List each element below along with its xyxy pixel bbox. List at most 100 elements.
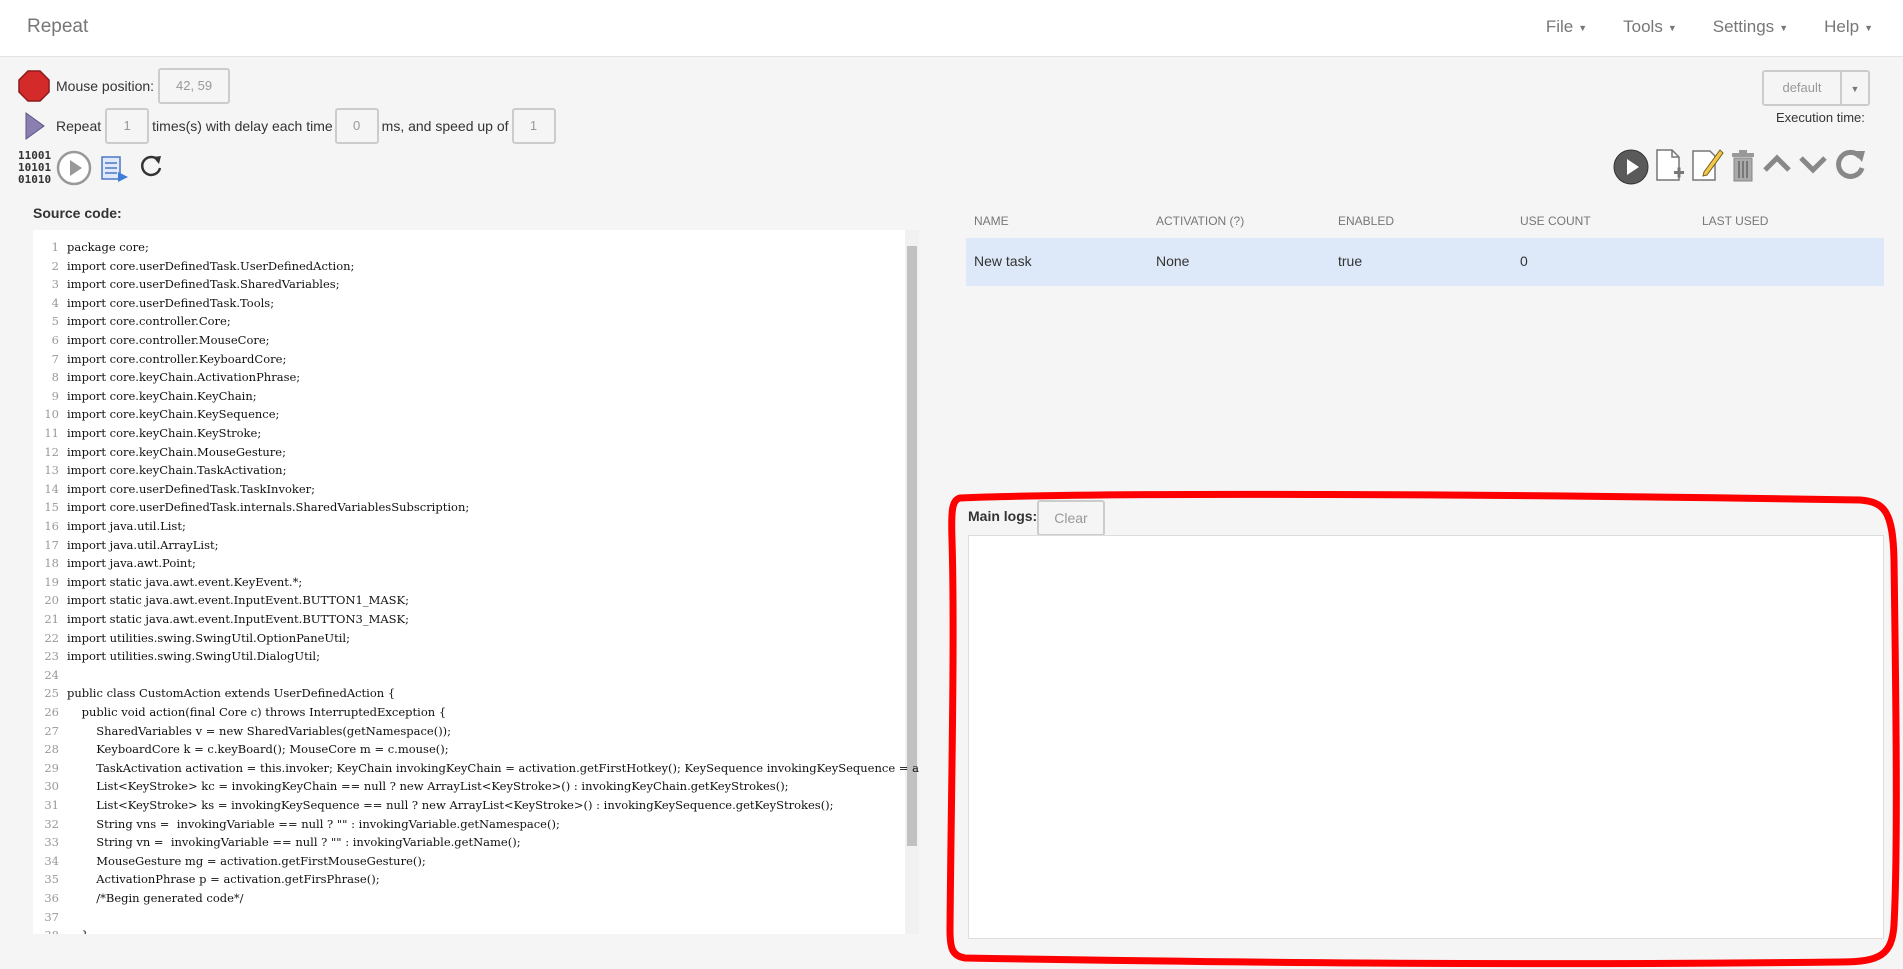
line-number: 9 [51,388,59,403]
code-line: 9 import core.keyChain.KeyChain; [33,387,257,405]
code-scrollbar[interactable] [905,230,919,934]
line-number: 6 [51,333,59,347]
column-header-use-count[interactable]: USE COUNT [1520,214,1591,228]
code-line: 36 /*Begin generated code*/ [33,889,243,907]
column-header-last-used[interactable]: LAST USED [1702,214,1768,228]
code-line: 38 } [33,926,89,934]
code-line: 4 import core.userDefinedTask.Tools; [33,294,274,312]
code-text: import java.awt.Point; [67,556,196,571]
code-line: 25 public class CustomAction extends User… [33,684,395,702]
code-text: import core.keyChain.KeySequence; [67,407,280,422]
stop-icon[interactable] [18,70,50,105]
repeat-label: Repeat [56,118,102,134]
code-line: 8 import core.keyChain.ActivationPhrase; [33,368,300,386]
line-number: 36 [44,891,59,905]
code-line: 15 import core.userDefinedTask.internals.… [33,498,469,516]
code-line: 2 import core.userDefinedTask.UserDefined… [33,257,355,275]
code-text: import core.controller.MouseCore; [67,333,270,347]
line-number: 18 [44,556,59,571]
speed-label: ms, and speed up of [381,118,509,134]
menu-tools[interactable]: Tools ▼ [1623,17,1677,37]
menu-settings[interactable]: Settings ▼ [1713,17,1788,37]
line-number: 27 [44,723,59,738]
line-number: 5 [51,314,59,329]
code-text: import utilities.swing.SwingUtil.DialogU… [67,649,320,664]
column-header-name[interactable]: NAME [974,214,1009,228]
main-menu: File ▼ Tools ▼ Settings ▼ Help ▼ [1510,17,1873,37]
code-text: SharedVariables v = new SharedVariables(… [67,723,452,738]
edit-task-icon[interactable] [1690,146,1724,187]
binary-icon[interactable]: 11001 10101 01010 [18,148,54,187]
profile-dropdown-button[interactable]: ▼ [1840,70,1870,106]
code-text: List<KeyStroke> kc = invokingKeyChain ==… [67,779,789,794]
line-number: 20 [44,593,59,608]
line-number: 17 [44,537,59,552]
repeat-count-input[interactable]: 1 [105,108,150,144]
code-line: 28 KeyboardCore k = c.keyBoard(); MouseC… [33,740,448,758]
code-text: import core.controller.KeyboardCore; [67,351,287,366]
code-text: String vns = invokingVariable == null ? … [67,816,560,831]
line-number: 38 [33,926,59,934]
move-down-icon[interactable] [1798,152,1828,179]
code-scrollbar-thumb[interactable] [907,246,917,846]
new-task-icon[interactable] [1654,148,1686,187]
line-number: 8 [51,370,59,385]
move-up-icon[interactable] [1762,152,1792,179]
line-number: 30 [44,779,59,794]
play-circle-icon[interactable] [56,150,92,189]
task-enabled-cell: true [1338,253,1363,269]
reload-icon[interactable] [1834,148,1868,185]
code-line: 30 List<KeyStroke> kc = invokingKeyChain… [33,777,789,795]
code-line: 6 import core.controller.MouseCore; [33,331,270,349]
code-line: 1 package core; [33,238,149,256]
column-header-enabled[interactable]: ENABLED [1338,214,1394,228]
profile-select[interactable]: default [1762,70,1842,106]
execution-time-label: Execution time: [1776,110,1865,125]
menu-help[interactable]: Help ▼ [1824,17,1873,37]
code-text: public class CustomAction extends UserDe… [67,686,396,701]
code-line: 32 String vns = invokingVariable == null… [33,815,560,833]
navbar: Repeat File ▼ Tools ▼ Settings ▼ Help ▼ [0,0,1903,57]
source-code-editor[interactable]: 1 package core; 2 import core.userDefinedTa… [33,230,919,934]
speed-input[interactable]: 1 [511,108,556,144]
code-text: import java.util.List; [67,519,186,533]
line-number: 1 [51,240,59,254]
code-text: import core.keyChain.ActivationPhrase; [67,370,301,385]
line-number: 24 [44,667,59,682]
code-text: import core.userDefinedTask.UserDefinedA… [67,258,355,273]
line-number: 23 [44,649,59,664]
code-text: import static java.awt.event.InputEvent.… [67,612,410,626]
code-text: } [67,928,89,934]
code-line: 5 import core.controller.Core; [33,312,231,330]
delay-input[interactable]: 0 [334,108,379,144]
line-number: 35 [44,872,59,887]
app-title[interactable]: Repeat [27,16,88,38]
line-number: 3 [51,277,59,292]
code-text: import core.keyChain.KeyStroke; [67,426,262,440]
line-number: 22 [44,630,59,645]
line-number: 11 [44,426,59,440]
code-line: 37 [33,908,67,926]
line-number: 33 [44,835,59,850]
line-number: 28 [44,742,59,757]
table-row[interactable]: New task None true 0 [966,238,1884,286]
line-number: 15 [44,500,59,515]
refresh-icon[interactable] [138,153,164,182]
code-text: import core.userDefinedTask.Tools; [67,295,275,310]
line-number: 2 [51,258,59,273]
clear-logs-button[interactable]: Clear [1037,500,1105,536]
main-logs-textarea[interactable] [968,535,1884,939]
line-number: 29 [44,760,59,775]
chevron-down-icon: ▼ [1850,84,1860,94]
code-line: 19 import static java.awt.event.KeyEvent.… [33,573,302,591]
delete-icon[interactable] [1730,149,1756,186]
play-triangle-icon[interactable] [24,112,46,143]
column-header-activation[interactable]: ACTIVATION (?) [1156,214,1244,228]
record-list-icon[interactable] [100,154,130,187]
code-line: 21 import static java.awt.event.InputEven… [33,610,409,628]
run-icon[interactable] [1612,148,1650,189]
menu-file[interactable]: File ▼ [1546,17,1587,37]
code-line: 24 [33,666,67,684]
line-number: 32 [44,816,59,831]
code-text: package core; [67,240,149,254]
